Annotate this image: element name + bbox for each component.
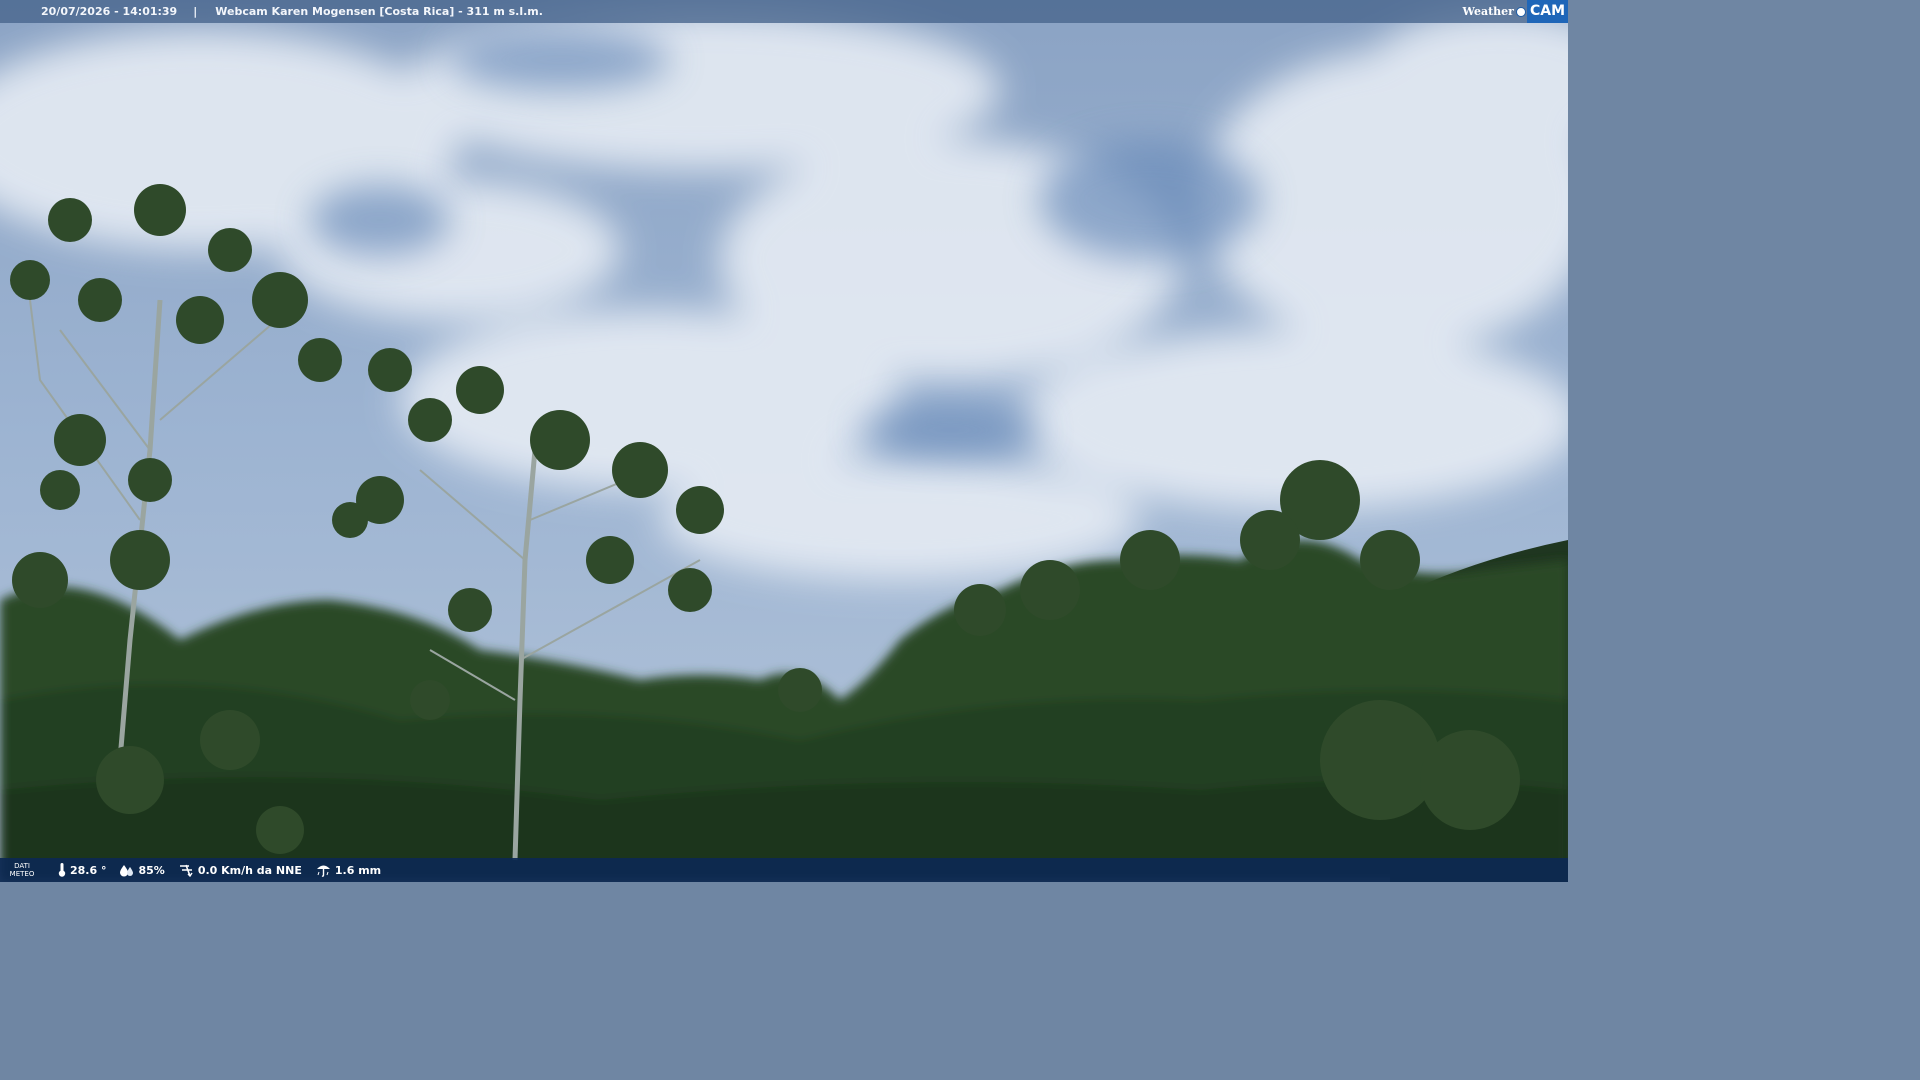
webcam-image [0, 0, 1568, 882]
rain-reading: 1.6 mm [316, 863, 381, 877]
dati-line2: METEO [9, 870, 35, 878]
landscape-scene [0, 0, 1568, 882]
rain-icon [316, 865, 330, 877]
temperature-value: 28.6 ° [70, 863, 107, 877]
humidity-icon [120, 864, 134, 876]
header-bar: 20/07/2026 - 14:01:39 | Webcam Karen Mog… [0, 0, 1568, 23]
header-separator: | [193, 5, 198, 18]
wind-icon [179, 864, 193, 877]
dati-line1: DATI [14, 862, 30, 870]
webcam-title: Webcam Karen Mogensen [Costa Rica] - 311… [215, 5, 543, 18]
logo-cam-text: CAM [1526, 0, 1568, 23]
wind-reading: 0.0 Km/h da NNE [179, 863, 302, 877]
thermometer-icon [58, 863, 66, 877]
dati-meteo-label: DATI METEO [0, 862, 44, 878]
weathercam-logo: Weather CAM [1462, 0, 1568, 23]
logo-weather-text: Weather [1462, 5, 1514, 18]
timestamp: 20/07/2026 - 14:01:39 [41, 5, 178, 18]
wind-value: 0.0 Km/h da NNE [197, 863, 302, 877]
rain-value: 1.6 mm [334, 863, 382, 877]
humidity-reading: 85% [120, 863, 165, 877]
temperature-reading: 28.6 ° [58, 863, 106, 877]
humidity-value: 85% [138, 863, 165, 877]
logo-dot-icon [1515, 6, 1526, 17]
weather-data-bar: DATI METEO 28.6 ° 85% 0.0 Km/h da NNE 1.… [0, 858, 1568, 882]
